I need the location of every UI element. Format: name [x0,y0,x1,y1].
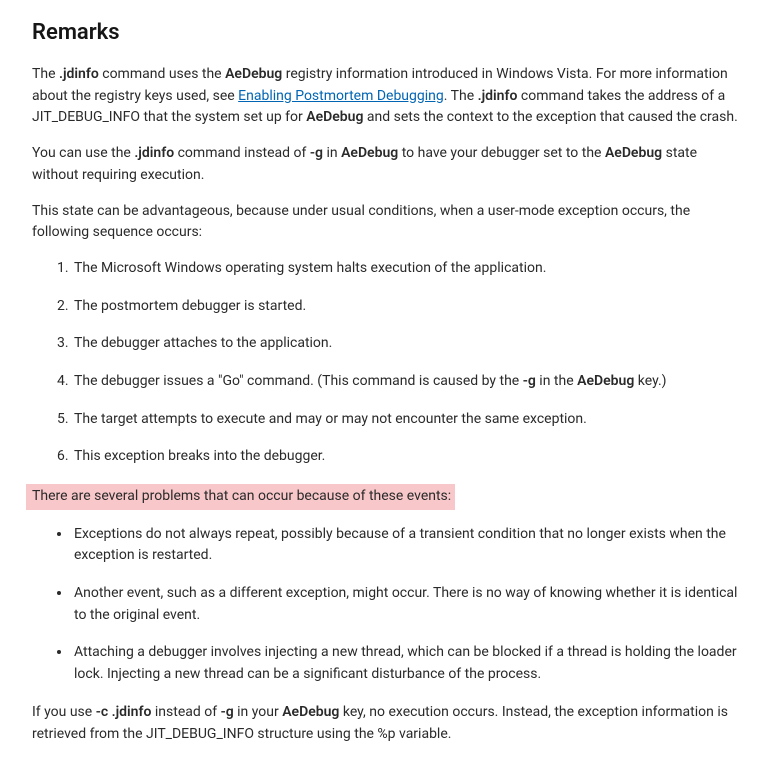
bold: AeDebug [341,145,398,161]
bullet-list-problems: Exceptions do not always repeat, possibl… [32,524,738,686]
bold: .jdinfo [478,88,518,104]
bold: AeDebug [306,109,363,125]
text: . The [444,88,478,104]
bold: -c .jdinfo [96,704,152,720]
text: The [32,66,59,82]
highlight: There are several problems that can occu… [26,484,455,510]
list-item: The target attempts to execute and may o… [72,409,738,431]
paragraph-1: The .jdinfo command uses the AeDebug reg… [32,64,738,129]
text: command uses the [99,66,225,82]
bold: AeDebug [605,145,662,161]
bold: -g [310,145,323,161]
list-item: The postmortem debugger is started. [72,296,738,318]
text: and sets the context to the exception th… [363,109,737,125]
list-item: This exception breaks into the debugger. [72,446,738,468]
text: If you use [32,704,96,720]
list-item: The Microsoft Windows operating system h… [72,258,738,280]
text: instead of [151,704,220,720]
text: to have your debugger set to the [398,145,605,161]
list-item: The debugger attaches to the application… [72,333,738,355]
bold: -g [221,704,234,720]
bold: AeDebug [225,66,282,82]
bold: .jdinfo [59,66,99,82]
text: key.) [634,373,666,389]
bold: .jdinfo [134,145,174,161]
list-item: Attaching a debugger involves injecting … [72,642,738,685]
paragraph-2: You can use the .jdinfo command instead … [32,143,738,186]
bold: -g [523,373,536,389]
list-item: Another event, such as a different excep… [72,583,738,626]
link-postmortem-debugging[interactable]: Enabling Postmortem Debugging [238,88,444,104]
paragraph-3: This state can be advantageous, because … [32,201,738,244]
paragraph-5: If you use -c .jdinfo instead of -g in y… [32,702,738,745]
text: in your [234,704,283,720]
text: The debugger issues a "Go" command. (Thi… [74,373,523,389]
paragraph-4-highlighted: There are several problems that can occu… [32,484,738,510]
text: in the [536,373,577,389]
text: command instead of [174,145,310,161]
bold: AeDebug [577,373,634,389]
list-item: Exceptions do not always repeat, possibl… [72,524,738,567]
text: in [323,145,341,161]
text: You can use the [32,145,134,161]
section-heading: Remarks [32,16,738,50]
list-item: The debugger issues a "Go" command. (Thi… [72,371,738,393]
bold: AeDebug [282,704,339,720]
ordered-list-sequence: The Microsoft Windows operating system h… [32,258,738,468]
